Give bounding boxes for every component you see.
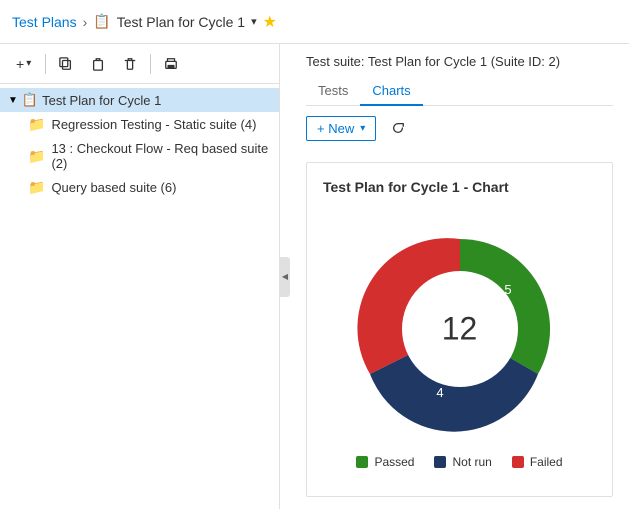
list-item[interactable]: 📁 Regression Testing - Static suite (4) xyxy=(0,112,279,137)
suite-header: Test suite: Test Plan for Cycle 1 (Suite… xyxy=(290,44,629,106)
delete-button[interactable] xyxy=(116,50,144,78)
legend-label-failed: Failed xyxy=(530,455,563,469)
refresh-button[interactable] xyxy=(384,114,412,142)
chart-container: 5 4 3 12 Passed xyxy=(323,207,596,480)
folder-icon: 📁 xyxy=(28,116,45,133)
toolbar-divider-2 xyxy=(150,54,151,74)
plan-icon: 📋 xyxy=(93,13,110,30)
tree-item-label-1: 13 : Checkout Flow - Req based suite (2) xyxy=(51,141,271,171)
donut-svg: 5 4 3 xyxy=(350,219,570,439)
list-item[interactable]: 📁 13 : Checkout Flow - Req based suite (… xyxy=(0,137,279,175)
tree-root-label: Test Plan for Cycle 1 xyxy=(42,93,161,108)
chart-toolbar: + New ▾ xyxy=(290,106,629,150)
chart-title: Test Plan for Cycle 1 - Chart xyxy=(323,179,596,195)
tree-item-label-2: Query based suite (6) xyxy=(51,180,176,195)
collapse-chevron-icon: ◀ xyxy=(282,272,288,281)
chart-area: Test Plan for Cycle 1 - Chart xyxy=(290,150,629,509)
main-content: + ▾ xyxy=(0,44,629,509)
left-panel: + ▾ xyxy=(0,44,280,509)
breadcrumb-link[interactable]: Test Plans xyxy=(12,14,77,30)
tree-root-item[interactable]: ▼ 📋 Test Plan for Cycle 1 xyxy=(0,88,279,112)
breadcrumb-sep: › xyxy=(83,14,88,30)
legend-item-passed: Passed xyxy=(356,455,414,469)
legend-label-notrun: Not run xyxy=(452,455,491,469)
suite-title: Test suite: Test Plan for Cycle 1 (Suite… xyxy=(306,54,560,69)
legend-label-passed: Passed xyxy=(374,455,414,469)
svg-text:5: 5 xyxy=(504,282,511,297)
legend-item-failed: Failed xyxy=(512,455,563,469)
favorite-star-icon[interactable]: ★ xyxy=(263,12,277,32)
add-icon: + xyxy=(16,56,24,72)
header-bar: Test Plans › 📋 Test Plan for Cycle 1 ▾ ★ xyxy=(0,0,629,44)
tree-root-icon: 📋 xyxy=(22,92,38,108)
tree-item-label-0: Regression Testing - Static suite (4) xyxy=(51,117,256,132)
tabs-bar: Tests Charts xyxy=(306,77,613,106)
page-title: Test Plan for Cycle 1 xyxy=(117,14,245,30)
add-arrow-icon: ▾ xyxy=(26,58,31,69)
left-toolbar: + ▾ xyxy=(0,44,279,84)
right-panel: Test suite: Test Plan for Cycle 1 (Suite… xyxy=(290,44,629,509)
print-button[interactable] xyxy=(157,50,185,78)
paste-button[interactable] xyxy=(84,50,112,78)
legend-item-notrun: Not run xyxy=(434,455,491,469)
legend-swatch-passed xyxy=(356,456,368,468)
legend-swatch-notrun xyxy=(434,456,446,468)
panel-collapse-handle[interactable]: ◀ xyxy=(280,257,290,297)
svg-text:4: 4 xyxy=(436,385,443,400)
tree-area: ▼ 📋 Test Plan for Cycle 1 📁 Regression T… xyxy=(0,84,279,509)
svg-text:3: 3 xyxy=(418,285,425,300)
new-button-label: + New xyxy=(317,121,354,136)
folder-icon: 📁 xyxy=(28,179,45,196)
chart-legend: Passed Not run Failed xyxy=(356,455,562,469)
new-dropdown-arrow-icon: ▾ xyxy=(358,123,365,134)
folder-icon: 📁 xyxy=(28,148,45,165)
list-item[interactable]: 📁 Query based suite (6) xyxy=(0,175,279,200)
toolbar-divider-1 xyxy=(45,54,46,74)
tab-tests[interactable]: Tests xyxy=(306,77,360,106)
title-dropdown-arrow[interactable]: ▾ xyxy=(251,15,257,28)
legend-swatch-failed xyxy=(512,456,524,468)
tab-charts[interactable]: Charts xyxy=(360,77,422,106)
copy-button[interactable] xyxy=(52,50,80,78)
tree-collapse-icon: ▼ xyxy=(8,95,18,106)
add-button[interactable]: + ▾ xyxy=(8,50,39,78)
chart-card: Test Plan for Cycle 1 - Chart xyxy=(306,162,613,497)
donut-chart: 5 4 3 12 xyxy=(350,219,570,439)
new-button[interactable]: + New ▾ xyxy=(306,116,376,141)
